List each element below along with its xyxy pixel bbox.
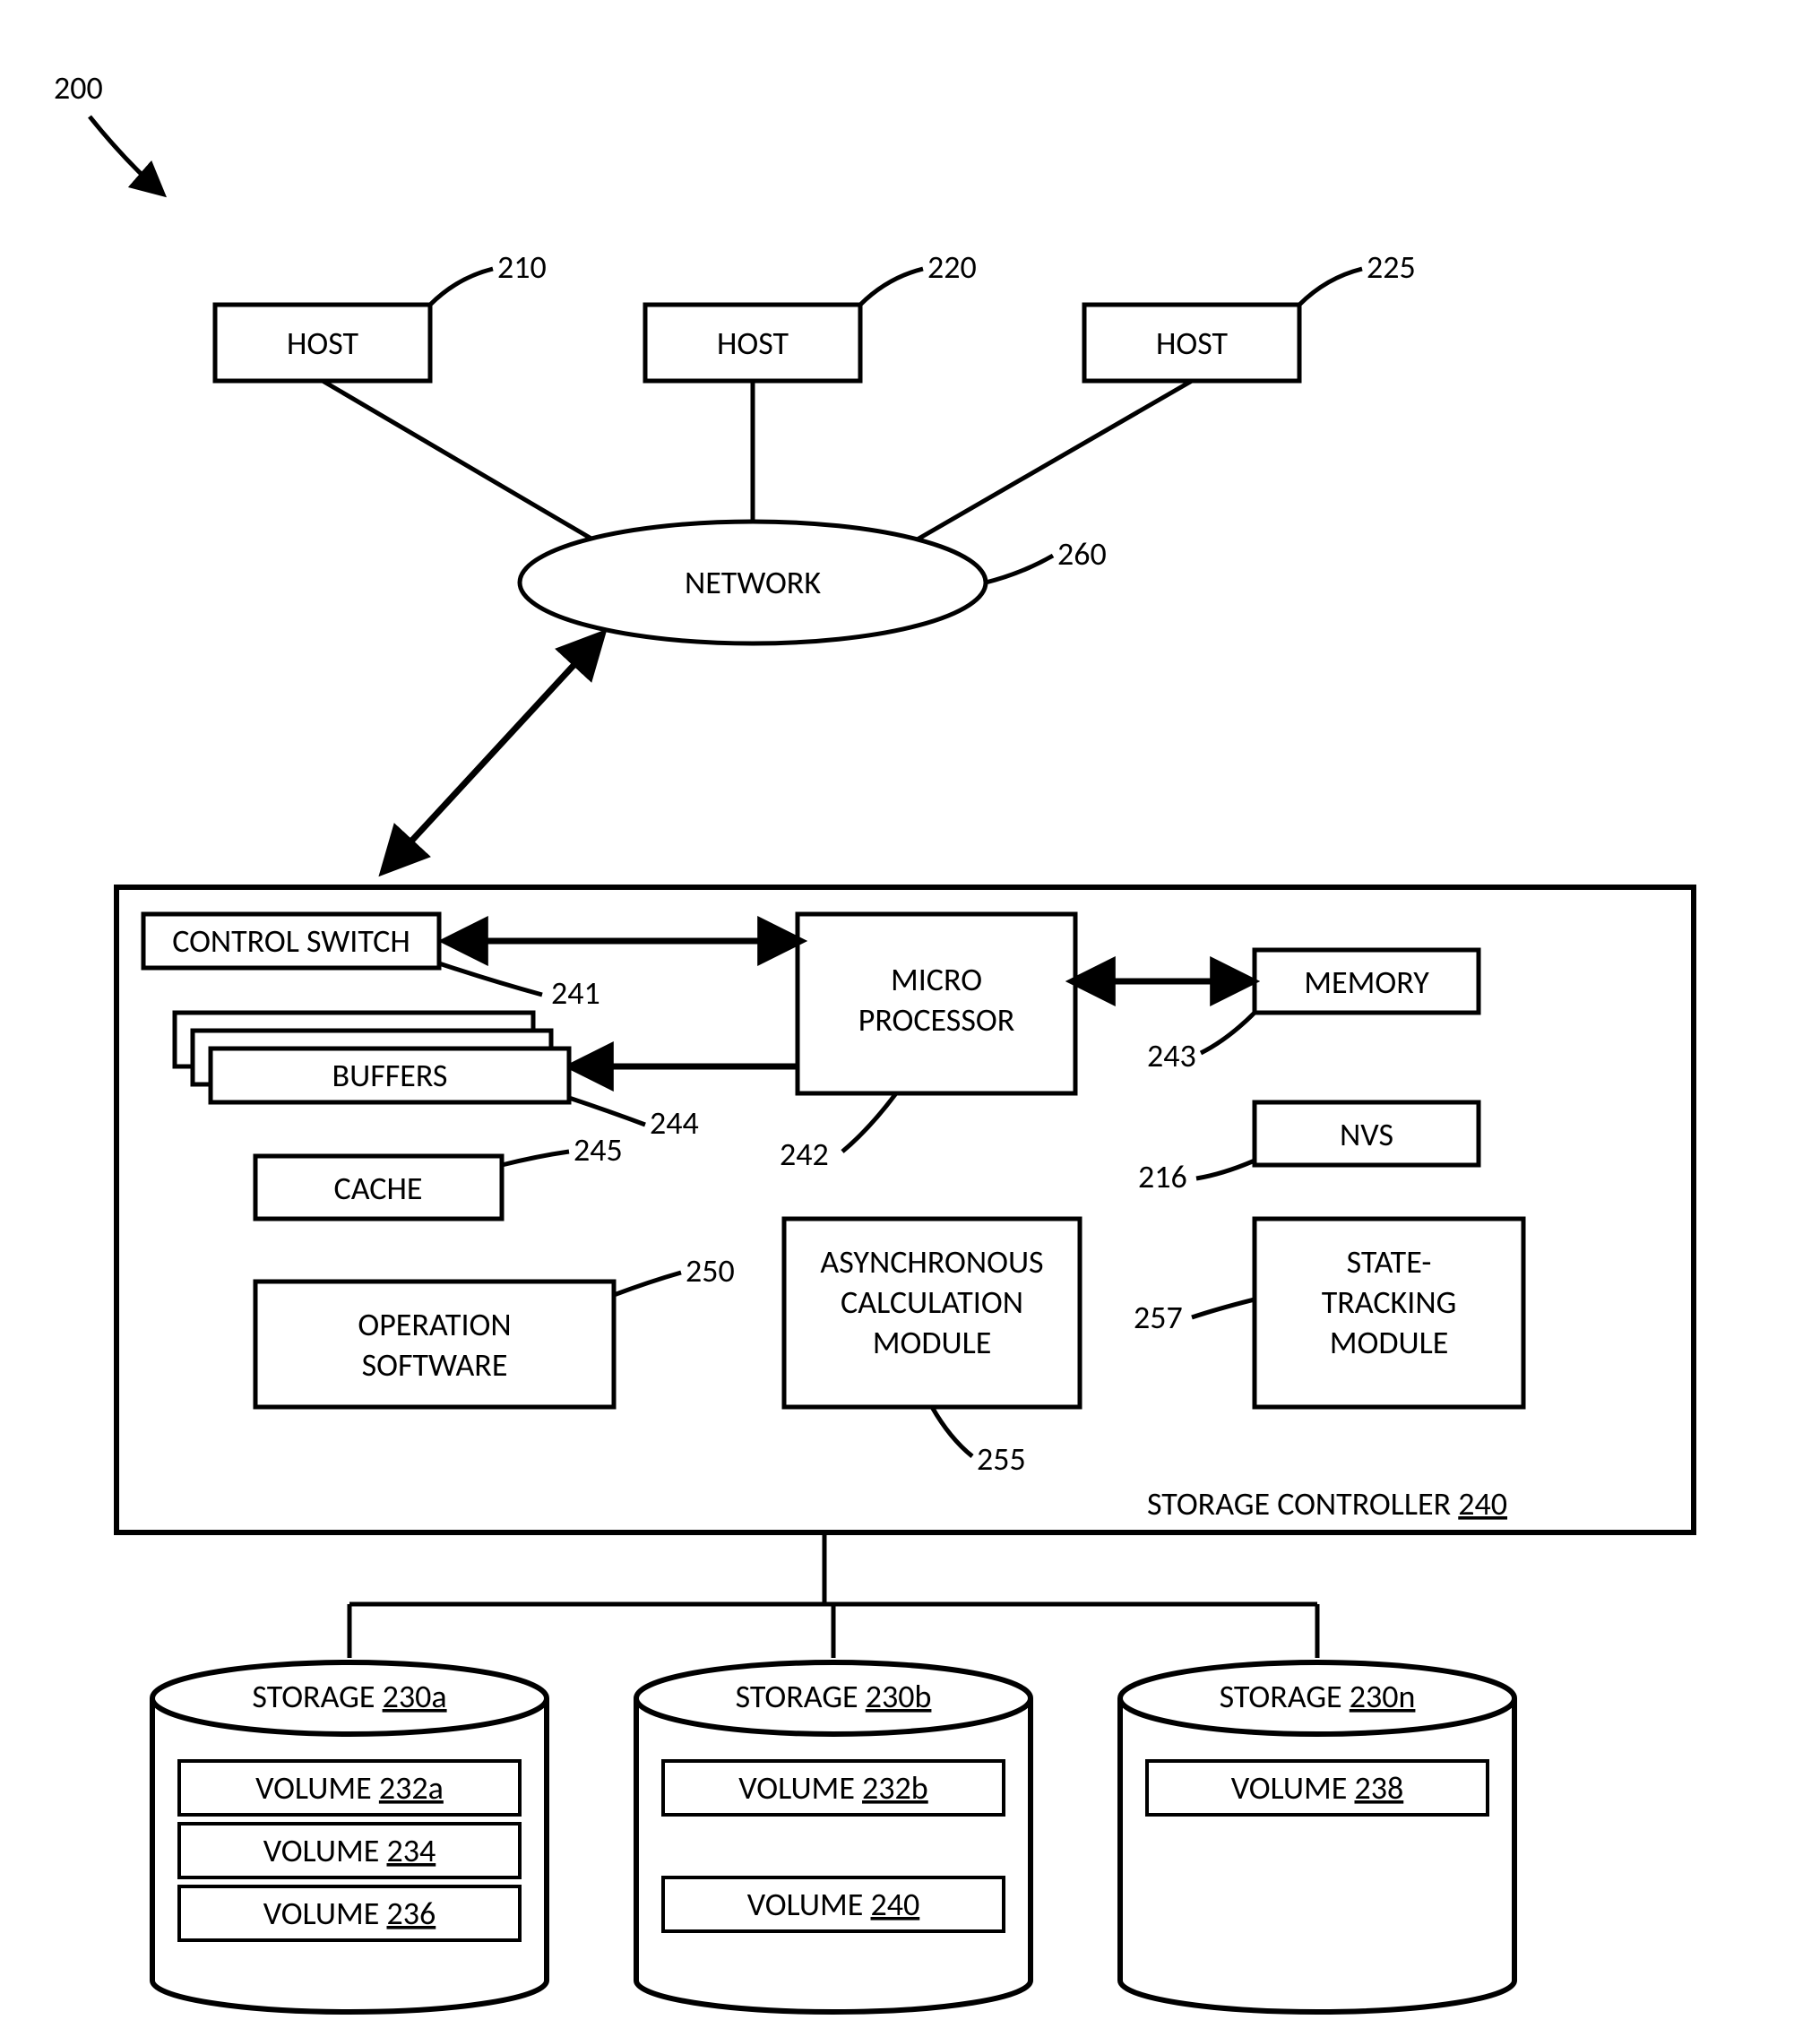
svg-text:243: 243: [1147, 1036, 1196, 1075]
figure-ref: 200: [54, 68, 103, 108]
svg-text:VOLUME 240: VOLUME 240: [747, 1885, 920, 1924]
svg-text:220: 220: [927, 247, 977, 287]
svg-text:STORAGE 230b: STORAGE 230b: [736, 1677, 932, 1716]
host-3: HOST 225: [1084, 247, 1416, 381]
svg-text:STORAGE 230a: STORAGE 230a: [252, 1677, 446, 1716]
svg-text:255: 255: [977, 1439, 1026, 1479]
svg-text:216: 216: [1138, 1157, 1187, 1196]
svg-text:CACHE: CACHE: [334, 1169, 423, 1208]
svg-text:244: 244: [650, 1103, 699, 1143]
svg-text:257: 257: [1134, 1298, 1183, 1337]
storage-b: STORAGE 230b VOLUME 232b VOLUME 240: [636, 1662, 1031, 2012]
svg-text:VOLUME 238: VOLUME 238: [1231, 1768, 1404, 1808]
svg-text:260: 260: [1057, 534, 1107, 574]
network-node: NETWORK 260: [520, 522, 1107, 643]
svg-text:MODULE: MODULE: [1330, 1323, 1449, 1362]
storage-a: STORAGE 230a VOLUME 232a VOLUME 234 VOLU…: [152, 1662, 547, 2012]
svg-text:TRACKING: TRACKING: [1322, 1282, 1457, 1322]
svg-text:STATE-: STATE-: [1347, 1242, 1432, 1282]
svg-text:STORAGE 230n: STORAGE 230n: [1220, 1677, 1416, 1716]
svg-text:241: 241: [551, 973, 600, 1013]
svg-text:242: 242: [780, 1135, 829, 1174]
svg-text:HOST: HOST: [287, 324, 359, 363]
storage-controller-title: STORAGE CONTROLLER 240: [1147, 1484, 1507, 1523]
host-2: HOST 220: [645, 247, 977, 381]
svg-text:VOLUME 236: VOLUME 236: [263, 1894, 436, 1933]
svg-text:HOST: HOST: [1156, 324, 1229, 363]
storage-n: STORAGE 230n VOLUME 238: [1120, 1662, 1514, 2012]
svg-text:ASYNCHRONOUS: ASYNCHRONOUS: [820, 1242, 1043, 1282]
svg-text:SOFTWARE: SOFTWARE: [362, 1345, 508, 1385]
svg-text:HOST: HOST: [717, 324, 789, 363]
svg-text:CALCULATION: CALCULATION: [841, 1282, 1023, 1322]
svg-text:VOLUME 232a: VOLUME 232a: [255, 1768, 444, 1808]
svg-text:PROCESSOR: PROCESSOR: [858, 1000, 1015, 1040]
svg-text:MEMORY: MEMORY: [1304, 962, 1429, 1002]
svg-text:MODULE: MODULE: [873, 1323, 992, 1362]
svg-text:245: 245: [574, 1130, 623, 1170]
svg-text:MICRO: MICRO: [891, 960, 982, 999]
svg-text:210: 210: [497, 247, 547, 287]
svg-text:OPERATION: OPERATION: [358, 1305, 511, 1344]
svg-text:NVS: NVS: [1340, 1115, 1393, 1154]
svg-text:CONTROL SWITCH: CONTROL SWITCH: [172, 921, 410, 961]
svg-text:NETWORK: NETWORK: [685, 563, 821, 602]
svg-text:250: 250: [686, 1251, 735, 1290]
svg-text:225: 225: [1367, 247, 1416, 287]
svg-text:VOLUME 232b: VOLUME 232b: [738, 1768, 927, 1808]
host-1: HOST 210: [215, 247, 547, 381]
svg-text:BUFFERS: BUFFERS: [332, 1056, 448, 1095]
svg-text:VOLUME 234: VOLUME 234: [263, 1831, 436, 1870]
